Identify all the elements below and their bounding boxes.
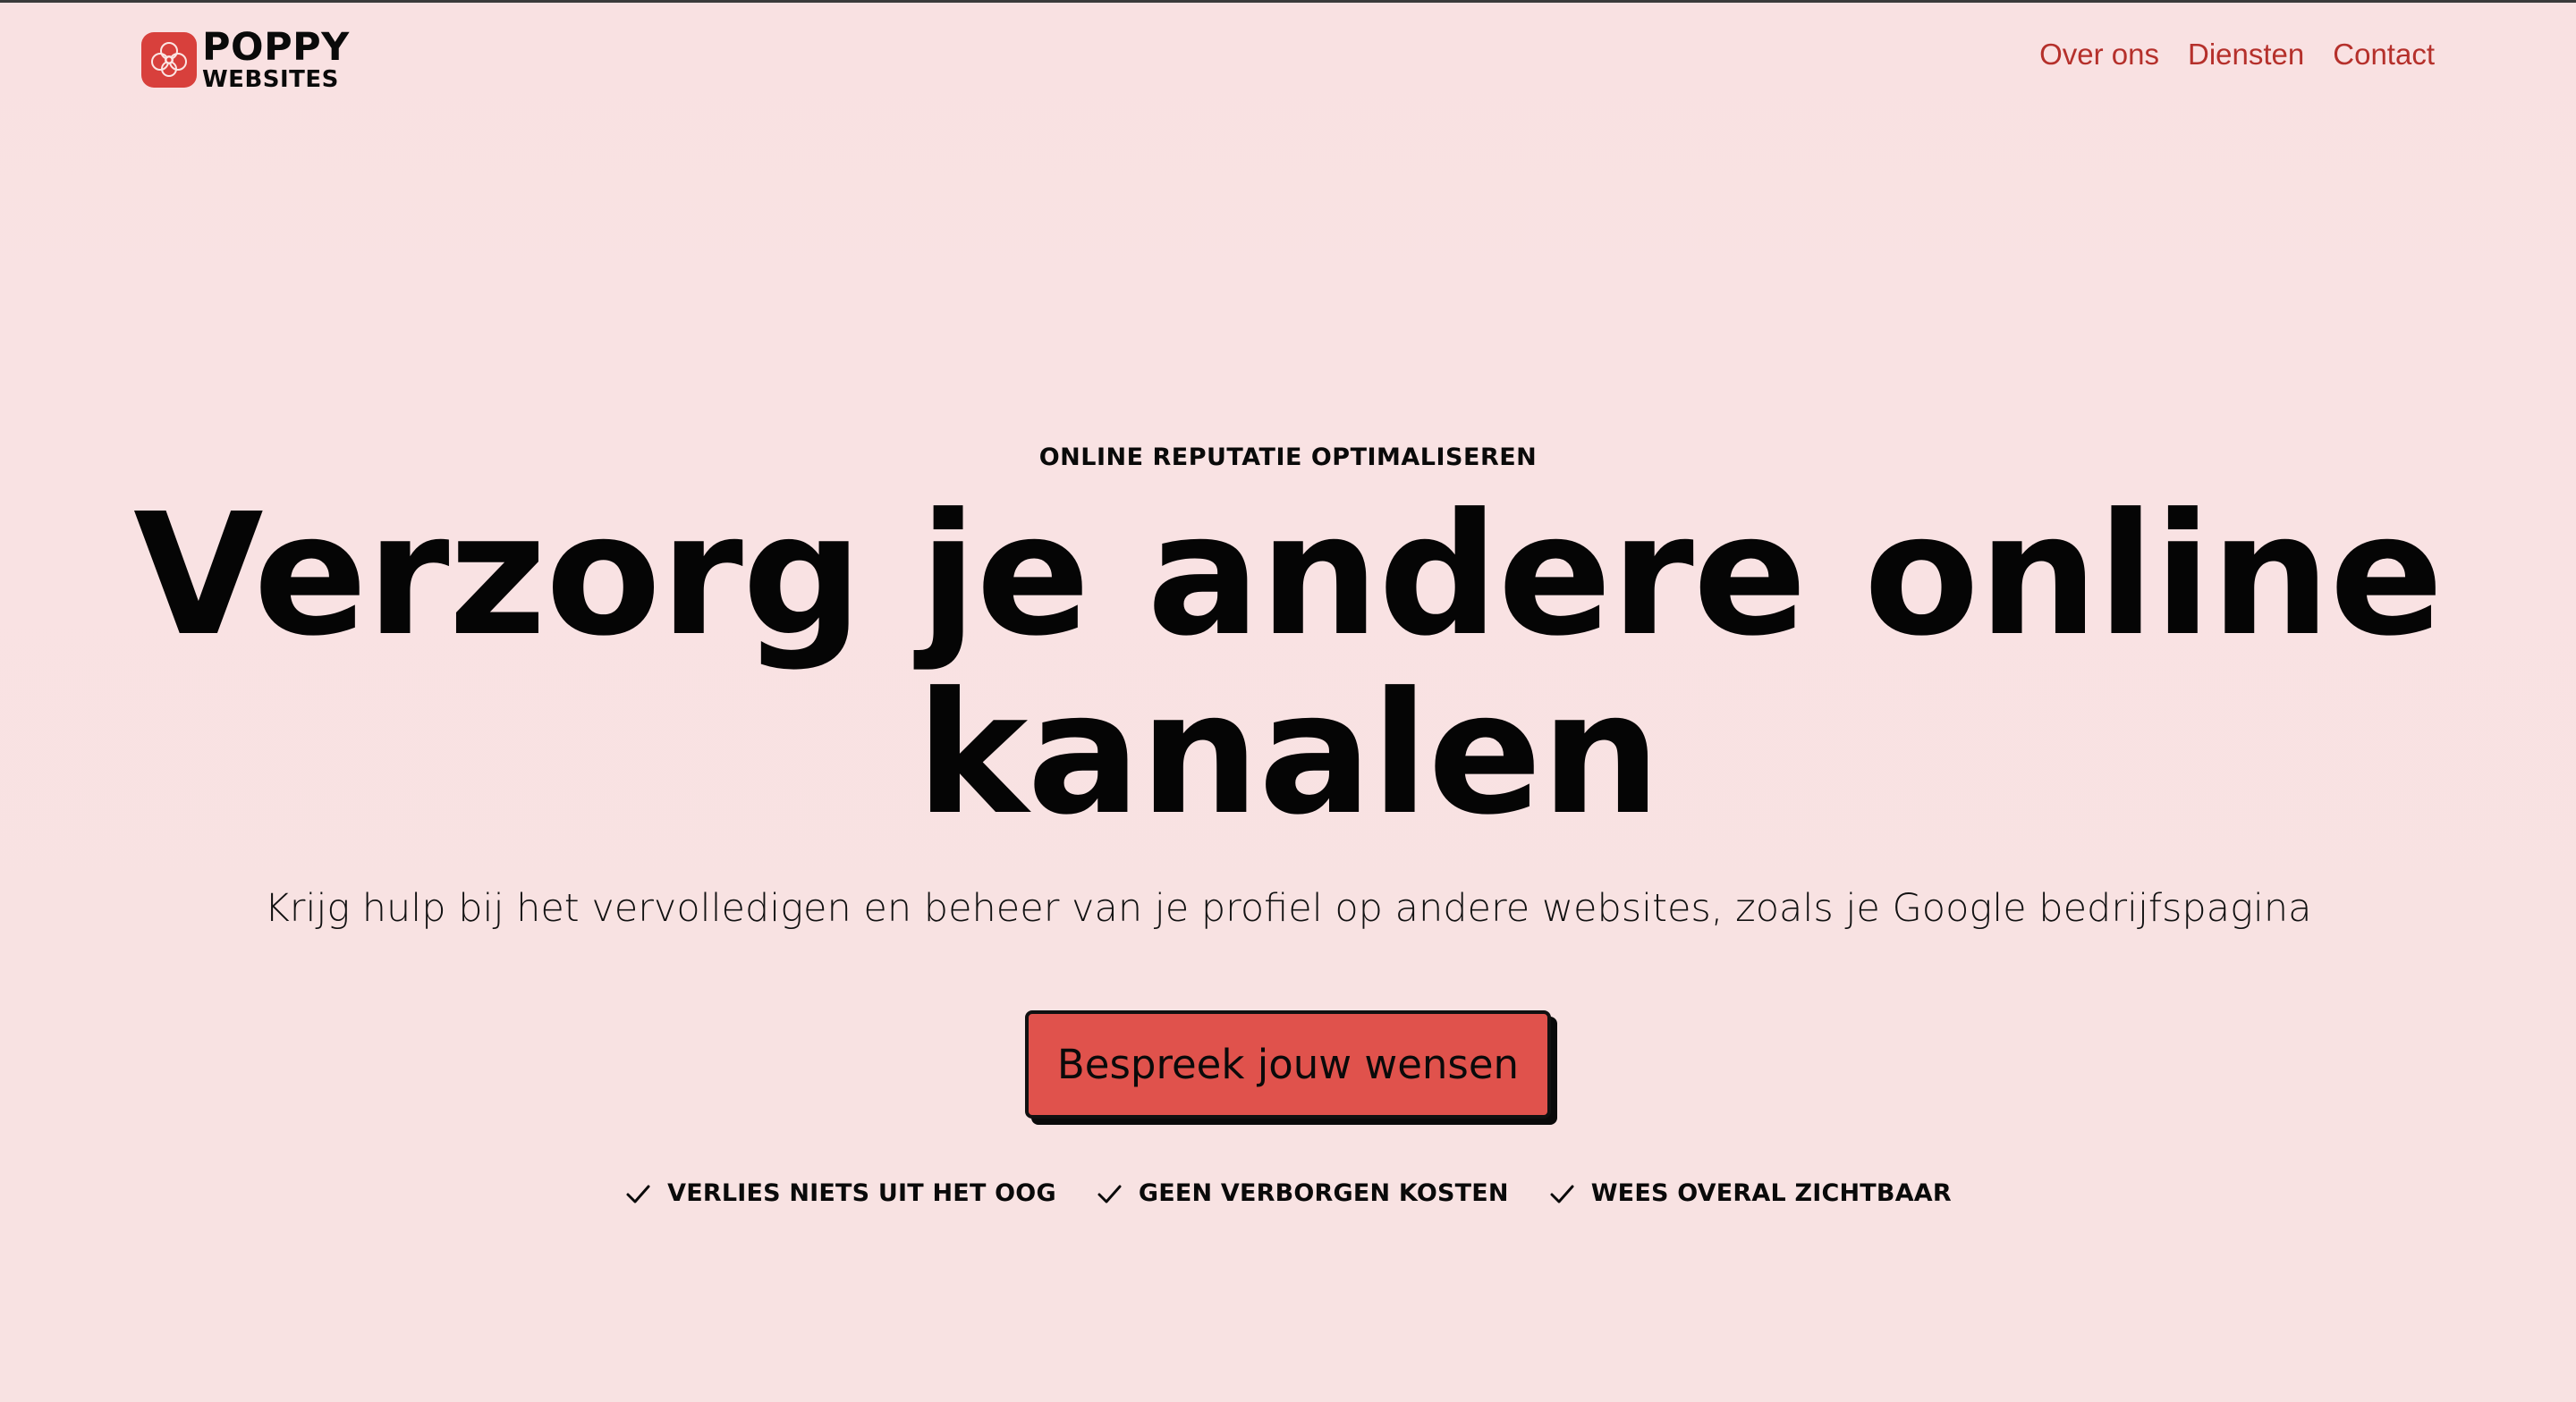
brand-name-line2: WEBSITES [202,66,339,93]
check-icon [626,1185,650,1203]
feature-label: VERLIES NIETS UIT HET OOG [667,1179,1056,1207]
hero-section: ONLINE REPUTATIE OPTIMALISEREN Verzorg j… [0,429,2576,1207]
hero-headline-line1: Verzorg je andere online [133,477,2444,673]
check-icon [1550,1185,1574,1203]
poppy-flower-icon [141,32,197,88]
cta-button[interactable]: Bespreek jouw wensen [1024,1010,1552,1119]
main-nav: Over ons Diensten Contact [2039,38,2435,72]
cta-wrapper: Bespreek jouw wensen [0,1010,2576,1119]
brand-name-line1: POPPY [202,25,350,70]
hero-subline: Krijg hulp bij het vervolledigen en behe… [264,886,2312,931]
feature-label: GEEN VERBORGEN KOSTEN [1138,1179,1509,1207]
check-icon [1097,1185,1122,1203]
feature-item: GEEN VERBORGEN KOSTEN [1096,1179,1509,1207]
feature-list: VERLIES NIETS UIT HET OOG GEEN VERBORGEN… [0,1179,2576,1207]
feature-label: WEES OVERAL ZICHTBAAR [1590,1179,1952,1207]
nav-link-over-ons[interactable]: Over ons [2039,38,2159,72]
brand-logo-link[interactable]: POPPY WEBSITES [141,29,350,91]
site-header: POPPY WEBSITES Over ons Diensten Contact [0,0,2576,116]
hero-headline: Verzorg je andere online kanalen [125,486,2451,844]
nav-link-diensten[interactable]: Diensten [2188,38,2304,72]
feature-item: VERLIES NIETS UIT HET OOG [624,1179,1056,1207]
hero-headline-line2: kanalen [916,656,1660,852]
nav-link-contact[interactable]: Contact [2333,38,2435,72]
brand-wordmark: POPPY WEBSITES [202,25,350,93]
feature-item: WEES OVERAL ZICHTBAAR [1548,1179,1952,1207]
